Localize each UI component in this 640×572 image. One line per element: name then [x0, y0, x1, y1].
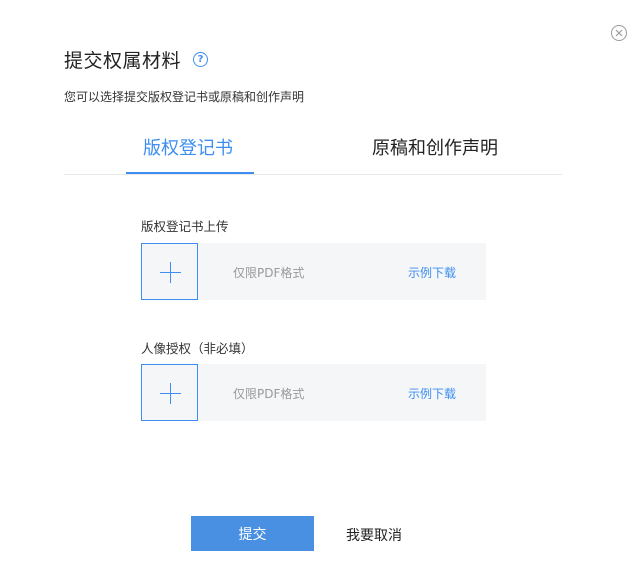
cancel-button[interactable]: 我要取消	[346, 525, 402, 545]
plus-icon[interactable]	[141, 243, 198, 300]
copyright-upload-label: 版权登记书上传	[141, 219, 229, 234]
tab-original-and-declaration[interactable]: 原稿和创作声明	[372, 134, 498, 160]
example-download-link[interactable]: 示例下载	[408, 385, 456, 402]
question-circle-icon[interactable]: ?	[193, 52, 209, 67]
dialog-title: 提交权属材料	[64, 50, 182, 72]
example-download-link[interactable]: 示例下载	[408, 264, 456, 281]
tab-bar: 版权登记书 原稿和创作声明	[64, 118, 562, 175]
tab-copyright-registration[interactable]: 版权登记书	[143, 134, 233, 160]
close-icon[interactable]	[611, 25, 627, 41]
portrait-upload-row: 仅限PDF格式 示例下载	[141, 364, 486, 421]
active-tab-indicator	[126, 172, 254, 174]
upload-hint: 仅限PDF格式	[233, 387, 305, 401]
plus-icon[interactable]	[141, 364, 198, 421]
portrait-authorization-label: 人像授权（非必填）	[141, 341, 254, 356]
submit-button[interactable]: 提交	[191, 516, 314, 551]
dialog-subtitle: 您可以选择提交版权登记书或原稿和创作声明	[64, 90, 305, 104]
dialog-header: 提交权属材料 ?	[64, 46, 209, 73]
upload-hint: 仅限PDF格式	[233, 266, 305, 280]
copyright-upload-row: 仅限PDF格式 示例下载	[141, 243, 486, 300]
